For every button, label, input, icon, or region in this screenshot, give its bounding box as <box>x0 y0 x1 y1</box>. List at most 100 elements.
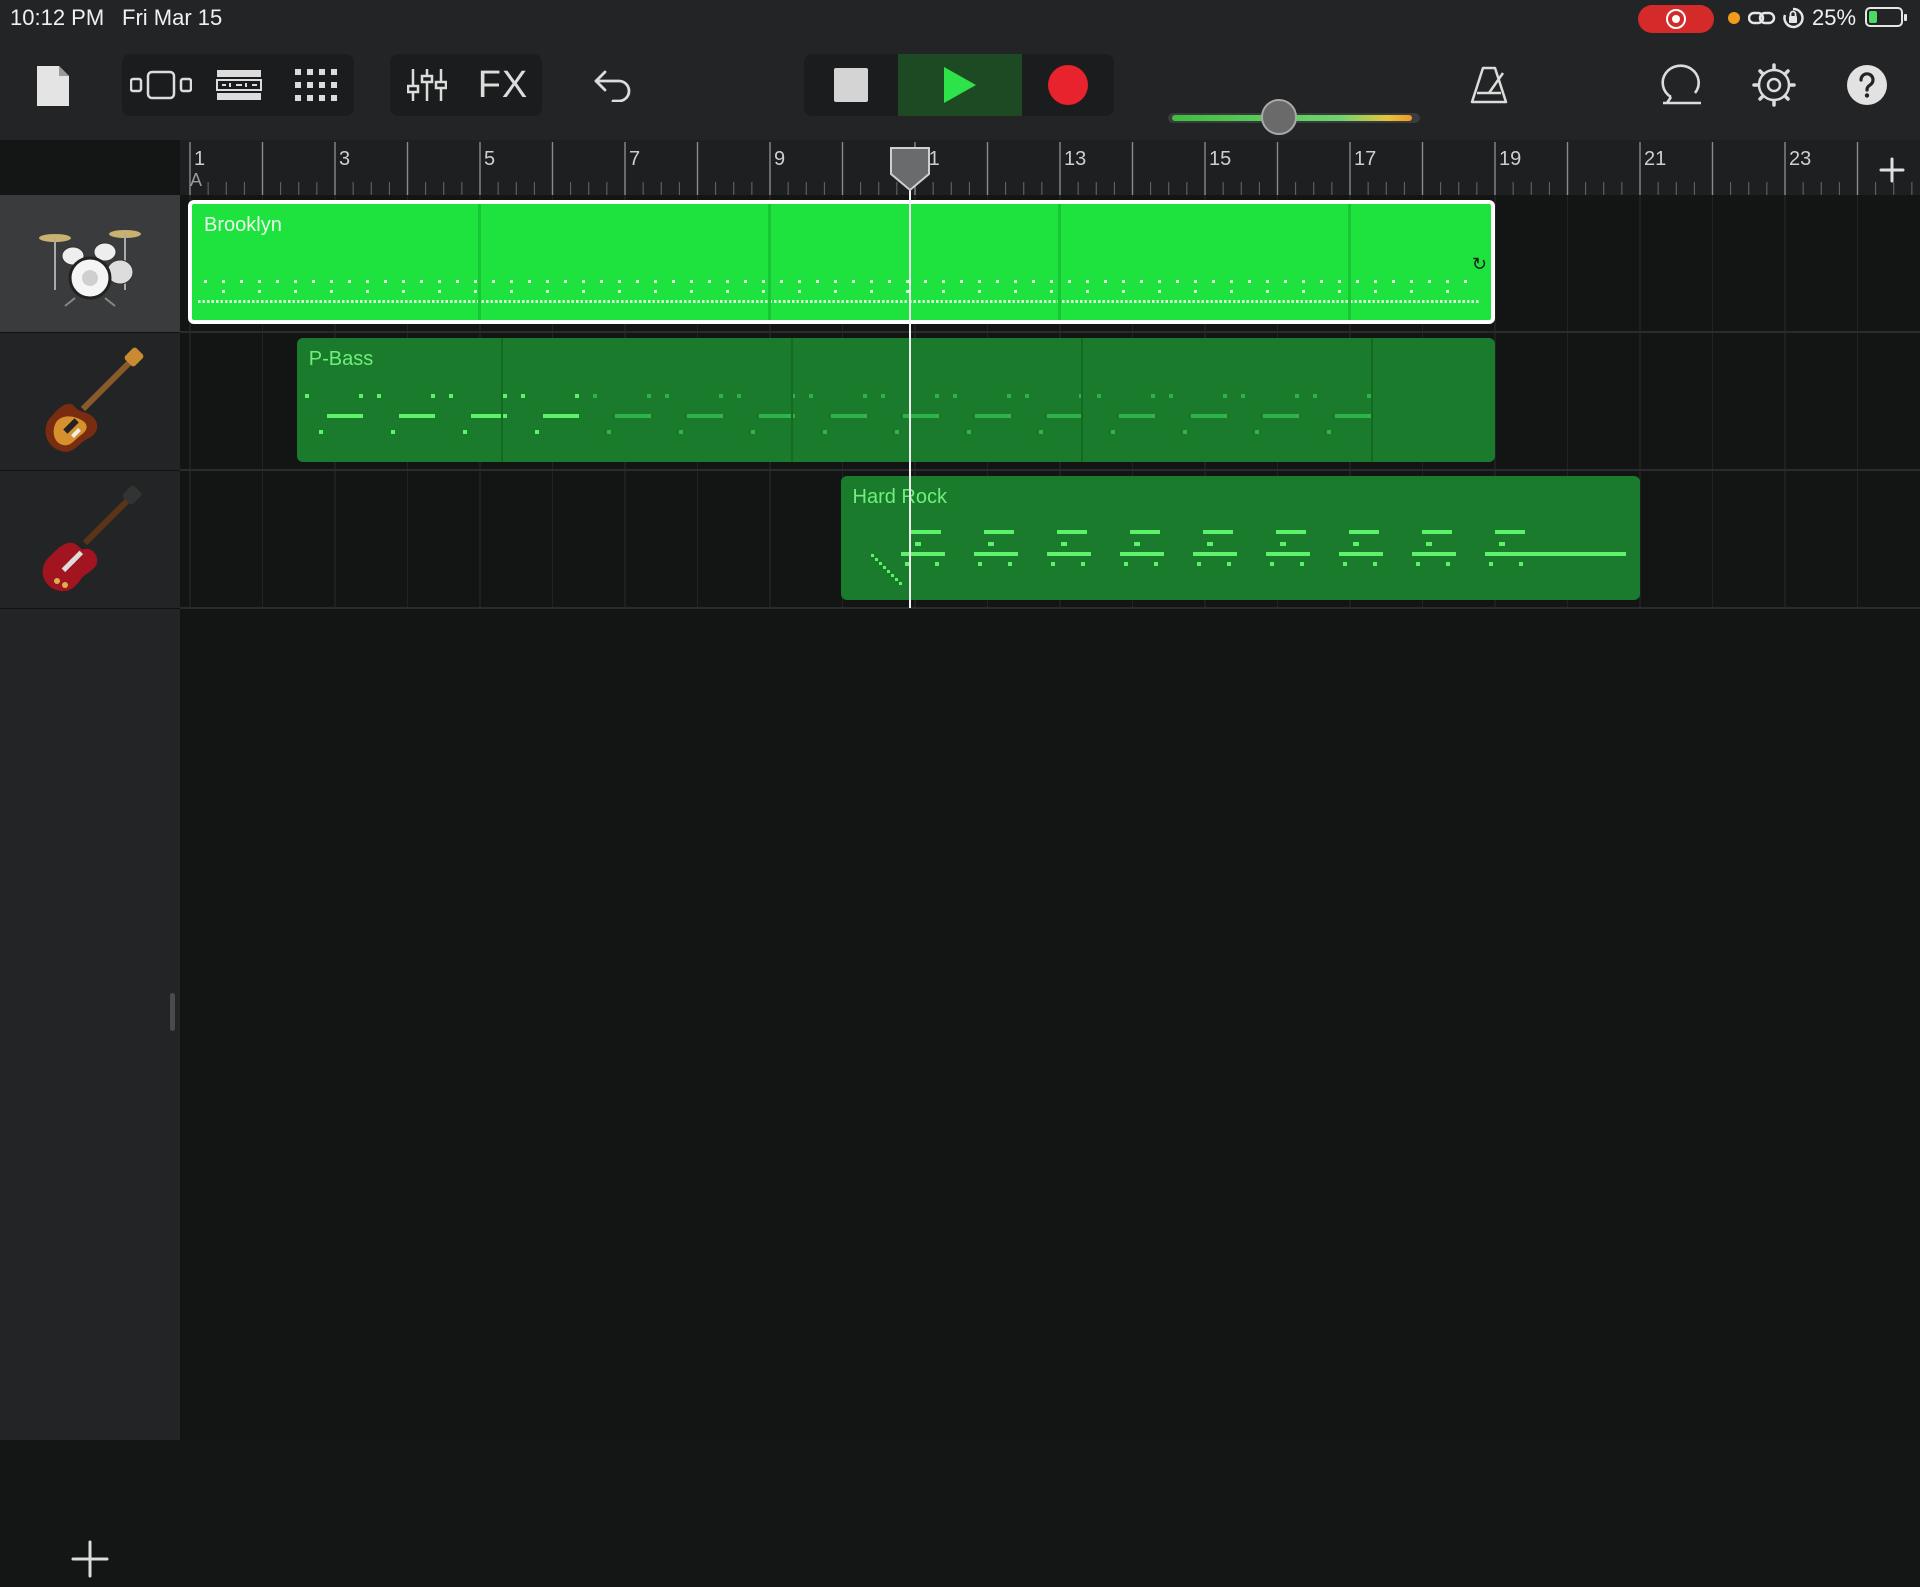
note <box>744 280 747 283</box>
note <box>718 394 723 398</box>
note <box>1336 300 1339 303</box>
region-drums[interactable]: Brooklyn ↻ <box>188 200 1495 324</box>
note <box>445 300 448 303</box>
note <box>1464 280 1467 283</box>
my-songs-button[interactable] <box>30 60 76 112</box>
add-track-button[interactable] <box>62 1531 118 1587</box>
undo-button[interactable] <box>586 60 640 110</box>
tracks-view-button[interactable] <box>200 54 278 116</box>
help-button[interactable] <box>1842 60 1892 110</box>
loop-handle-icon[interactable]: ↻ <box>1472 254 1487 275</box>
note <box>1165 300 1168 303</box>
settings-button[interactable] <box>1748 58 1800 112</box>
note <box>369 300 372 303</box>
note <box>1133 542 1140 546</box>
note <box>1080 338 1083 462</box>
volume-knob[interactable] <box>1260 99 1297 135</box>
note <box>670 300 673 303</box>
note <box>924 280 927 283</box>
note <box>234 300 237 303</box>
mixer-button[interactable] <box>390 54 464 116</box>
browser-view-button[interactable] <box>122 54 200 116</box>
note <box>954 300 957 303</box>
track-header-drums[interactable] <box>0 195 180 333</box>
plus-icon <box>71 1540 109 1578</box>
note <box>904 562 909 566</box>
loop-browser-button[interactable] <box>1654 58 1710 112</box>
note <box>643 300 646 303</box>
note <box>1194 290 1197 293</box>
section-marker[interactable]: A <box>190 170 202 191</box>
tracks-area[interactable]: Brooklyn ↻ P-Bass Hard Rock <box>180 195 1920 1440</box>
note <box>1269 300 1272 303</box>
note <box>1084 300 1087 303</box>
note <box>1046 414 1083 418</box>
note <box>664 394 669 398</box>
playhead-handle[interactable] <box>889 146 931 192</box>
live-loops-button[interactable] <box>278 54 354 116</box>
record-button[interactable] <box>1022 54 1114 116</box>
region-guitar[interactable]: Hard Rock <box>840 476 1640 600</box>
add-section-button[interactable] <box>1870 148 1914 192</box>
note <box>585 300 588 303</box>
link-icon <box>1748 11 1776 25</box>
fx-button[interactable]: FX <box>464 54 542 116</box>
master-volume-slider[interactable] <box>1168 99 1420 135</box>
note <box>546 280 549 283</box>
note <box>1338 290 1341 293</box>
note <box>895 300 898 303</box>
note <box>646 394 651 398</box>
note <box>880 394 885 398</box>
region-bass[interactable]: P-Bass <box>296 338 1495 462</box>
note <box>1498 542 1505 546</box>
note <box>534 430 539 434</box>
bar-number: 13 <box>1064 148 1087 170</box>
note <box>481 300 484 303</box>
note <box>1068 280 1071 283</box>
note <box>204 280 207 283</box>
note <box>366 280 369 283</box>
note <box>706 300 709 303</box>
note <box>1080 300 1083 303</box>
note <box>1038 430 1043 434</box>
note <box>688 300 691 303</box>
record-icon <box>1048 65 1088 105</box>
browser-view-icon <box>130 70 192 100</box>
note <box>522 300 525 303</box>
gear-icon <box>1752 63 1796 107</box>
note <box>973 552 1018 556</box>
header-resize-handle[interactable] <box>170 993 175 1031</box>
note <box>438 290 441 293</box>
stop-button[interactable] <box>804 54 898 116</box>
timeline-ruler[interactable]: 1357911131517192123 A <box>180 140 1920 196</box>
metronome-button[interactable] <box>1464 58 1514 112</box>
screen-recording-indicator[interactable] <box>1638 5 1714 33</box>
note <box>724 300 727 303</box>
play-icon <box>944 67 976 103</box>
note <box>1428 280 1431 283</box>
note <box>666 300 669 303</box>
track-header-guitar[interactable] <box>0 471 180 609</box>
note <box>891 300 894 303</box>
note <box>1021 300 1024 303</box>
note <box>934 394 939 398</box>
note <box>978 280 981 283</box>
track-header-bass[interactable] <box>0 333 180 471</box>
playhead-line[interactable] <box>909 148 911 608</box>
note <box>877 300 880 303</box>
guitar-notes <box>870 530 1626 585</box>
play-button[interactable] <box>898 54 1022 116</box>
note <box>958 300 961 303</box>
note <box>850 300 853 303</box>
note <box>211 300 214 303</box>
note <box>1060 542 1067 546</box>
grid-icon <box>295 69 337 101</box>
note <box>750 430 755 434</box>
note <box>1039 300 1042 303</box>
note <box>1206 542 1213 546</box>
note <box>922 300 925 303</box>
note <box>1014 280 1017 283</box>
note <box>430 394 435 398</box>
note <box>612 300 615 303</box>
note <box>456 280 459 283</box>
